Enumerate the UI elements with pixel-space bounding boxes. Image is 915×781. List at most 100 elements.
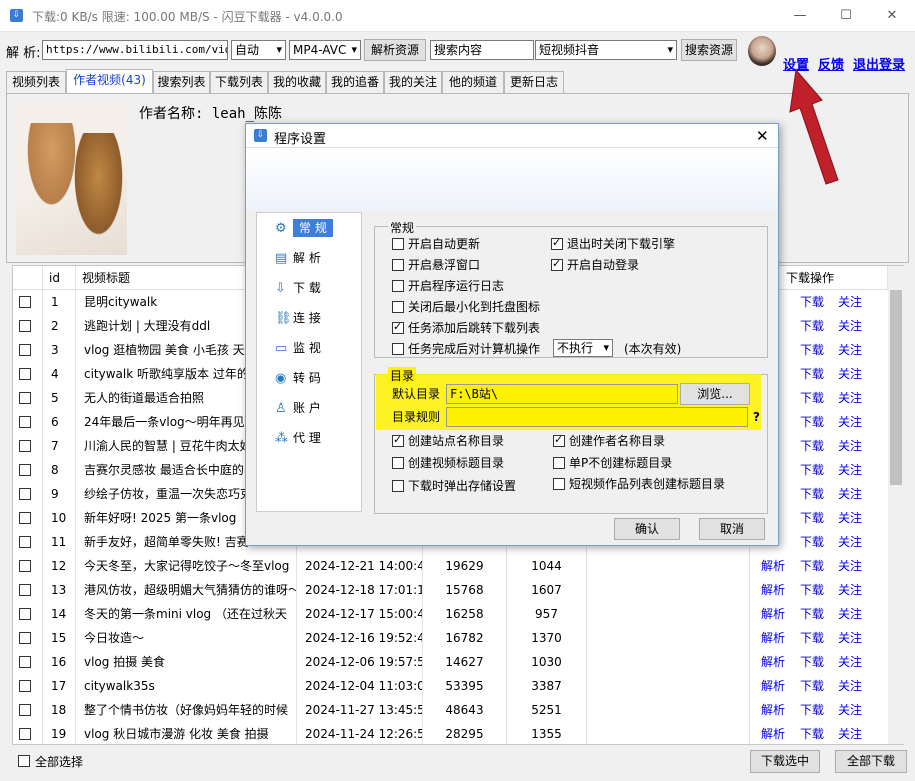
- table-row[interactable]: 12 今天冬至，大家记得吃饺子～冬至vlog 2024-12-21 14:00:42…: [13, 554, 888, 578]
- table-row[interactable]: 15 今日妆造～ 2024-12-16 19:52:44 16782 1370 解析 下载关…: [13, 626, 888, 650]
- download-action-link[interactable]: 下载: [797, 698, 827, 722]
- row-checkbox[interactable]: [13, 674, 43, 698]
- cancel-button[interactable]: 取消: [699, 518, 765, 540]
- follow-action-link[interactable]: 关注: [835, 650, 865, 674]
- parse-action-link[interactable]: 解析: [758, 674, 788, 698]
- download-selected-button[interactable]: 下载选中: [750, 750, 820, 773]
- row-checkbox[interactable]: [13, 362, 43, 386]
- table-row[interactable]: 14 冬天的第一条mini vlog （还在过秋天 2024-12-17 15:00…: [13, 602, 888, 626]
- row-checkbox[interactable]: [13, 506, 43, 530]
- download-action-link[interactable]: 下载: [797, 314, 827, 338]
- nav-download[interactable]: ⇩ 下 载: [275, 277, 321, 299]
- table-row[interactable]: 16 vlog 拍摄 美食 2024-12-06 19:57:52 14627 1030…: [13, 650, 888, 674]
- tab-changelog[interactable]: 更新日志: [504, 71, 564, 93]
- select-all-checkbox[interactable]: [18, 755, 30, 767]
- follow-action-link[interactable]: 关注: [835, 386, 865, 410]
- follow-action-link[interactable]: 关注: [835, 362, 865, 386]
- help-icon[interactable]: ?: [753, 410, 760, 424]
- format-select[interactable]: MP4-AVC: [289, 40, 361, 60]
- follow-action-link[interactable]: 关注: [835, 338, 865, 362]
- option-author-dir[interactable]: 创建作者名称目录: [553, 433, 665, 448]
- tab-video-list[interactable]: 视频列表: [6, 71, 66, 93]
- nav-connect[interactable]: ⛓连 接: [275, 307, 321, 329]
- tab-my-follows[interactable]: 我的关注: [384, 71, 442, 93]
- parse-action-link[interactable]: 解析: [758, 578, 788, 602]
- option-site-dir[interactable]: 创建站点名称目录: [392, 433, 504, 448]
- parse-action-link[interactable]: 解析: [758, 602, 788, 626]
- download-action-link[interactable]: 下载: [797, 410, 827, 434]
- minimize-button[interactable]: —: [790, 6, 810, 26]
- option-popup-storage[interactable]: 下载时弹出存储设置: [392, 479, 516, 493]
- follow-action-link[interactable]: 关注: [835, 482, 865, 506]
- follow-action-link[interactable]: 关注: [835, 530, 865, 554]
- nav-transcode[interactable]: ◉ 转 码: [275, 367, 321, 389]
- option-title-dir[interactable]: 创建视频标题目录: [392, 456, 504, 470]
- download-action-link[interactable]: 下载: [797, 578, 827, 602]
- option-minimize-tray[interactable]: 关闭后最小化到托盘图标: [392, 300, 540, 314]
- download-action-link[interactable]: 下载: [797, 602, 827, 626]
- tab-author-videos[interactable]: 作者视频(43): [66, 69, 153, 94]
- download-action-link[interactable]: 下载: [797, 530, 827, 554]
- follow-action-link[interactable]: 关注: [835, 506, 865, 530]
- follow-action-link[interactable]: 关注: [835, 290, 865, 314]
- option-close-engine[interactable]: 退出时关闭下载引擎: [551, 236, 675, 251]
- download-all-button[interactable]: 全部下载: [835, 750, 907, 773]
- row-checkbox[interactable]: [13, 602, 43, 626]
- close-button[interactable]: ✕: [882, 6, 902, 26]
- table-row[interactable]: 19 vlog 秋日城市漫游 化妆 美食 拍摄 2024-11-24 12:26:5…: [13, 722, 888, 744]
- platform-select[interactable]: 短视频抖音: [535, 40, 677, 60]
- download-action-link[interactable]: 下载: [797, 482, 827, 506]
- option-run-log[interactable]: 开启程序运行日志: [392, 279, 504, 293]
- logout-link[interactable]: 退出登录: [853, 54, 905, 73]
- tab-following-anime[interactable]: 我的追番: [326, 71, 384, 93]
- follow-action-link[interactable]: 关注: [835, 554, 865, 578]
- nav-monitor[interactable]: ▭ 监 视: [275, 337, 321, 359]
- ok-button[interactable]: 确认: [614, 518, 680, 540]
- row-checkbox[interactable]: [13, 530, 43, 554]
- option-auto-update[interactable]: 开启自动更新: [392, 237, 480, 251]
- option-auto-login[interactable]: 开启自动登录: [551, 257, 639, 272]
- download-action-link[interactable]: 下载: [797, 338, 827, 362]
- row-checkbox[interactable]: [13, 578, 43, 602]
- follow-action-link[interactable]: 关注: [835, 626, 865, 650]
- maximize-button[interactable]: ☐: [836, 6, 856, 26]
- row-checkbox[interactable]: [13, 314, 43, 338]
- nav-account[interactable]: ♙ 账 户: [275, 397, 321, 419]
- nav-general[interactable]: ⚙ 常 规: [275, 217, 333, 239]
- follow-action-link[interactable]: 关注: [835, 314, 865, 338]
- row-checkbox[interactable]: [13, 722, 43, 744]
- nav-proxy[interactable]: ⁂ 代 理: [275, 427, 321, 449]
- row-checkbox[interactable]: [13, 698, 43, 722]
- follow-action-link[interactable]: 关注: [835, 434, 865, 458]
- row-checkbox[interactable]: [13, 434, 43, 458]
- row-checkbox[interactable]: [13, 386, 43, 410]
- option-single-p-no-dir[interactable]: 单P不创建标题目录: [553, 456, 672, 470]
- search-input[interactable]: 搜索内容: [430, 40, 534, 60]
- parse-button[interactable]: 解析资源: [364, 39, 426, 61]
- follow-action-link[interactable]: 关注: [835, 722, 865, 744]
- default-dir-input[interactable]: F:\B站\: [446, 384, 678, 404]
- url-input[interactable]: https://www.bilibili.com/video: [42, 40, 228, 60]
- row-checkbox[interactable]: [13, 458, 43, 482]
- table-row[interactable]: 17 citywalk35s 2024-12-04 11:03:08 53395 338…: [13, 674, 888, 698]
- download-action-link[interactable]: 下载: [797, 458, 827, 482]
- row-checkbox[interactable]: [13, 554, 43, 578]
- follow-action-link[interactable]: 关注: [835, 602, 865, 626]
- row-checkbox[interactable]: [13, 410, 43, 434]
- tab-download-list[interactable]: 下载列表: [210, 71, 268, 93]
- download-action-link[interactable]: 下载: [797, 650, 827, 674]
- row-checkbox[interactable]: [13, 650, 43, 674]
- row-checkbox[interactable]: [13, 338, 43, 362]
- after-complete-select[interactable]: 不执行: [553, 339, 613, 357]
- scrollbar-thumb[interactable]: [890, 290, 902, 485]
- download-action-link[interactable]: 下载: [797, 554, 827, 578]
- download-action-link[interactable]: 下载: [797, 386, 827, 410]
- table-row[interactable]: 13 港风仿妆，超级明媚大气猜猜仿的谁呀～ 2024-12-18 17:01:12 1…: [13, 578, 888, 602]
- row-checkbox[interactable]: [13, 626, 43, 650]
- parse-action-link[interactable]: 解析: [758, 626, 788, 650]
- download-action-link[interactable]: 下载: [797, 626, 827, 650]
- mode-select[interactable]: 自动: [231, 40, 286, 60]
- dialog-close-icon[interactable]: ✕: [756, 127, 769, 145]
- parse-action-link[interactable]: 解析: [758, 698, 788, 722]
- row-checkbox[interactable]: [13, 482, 43, 506]
